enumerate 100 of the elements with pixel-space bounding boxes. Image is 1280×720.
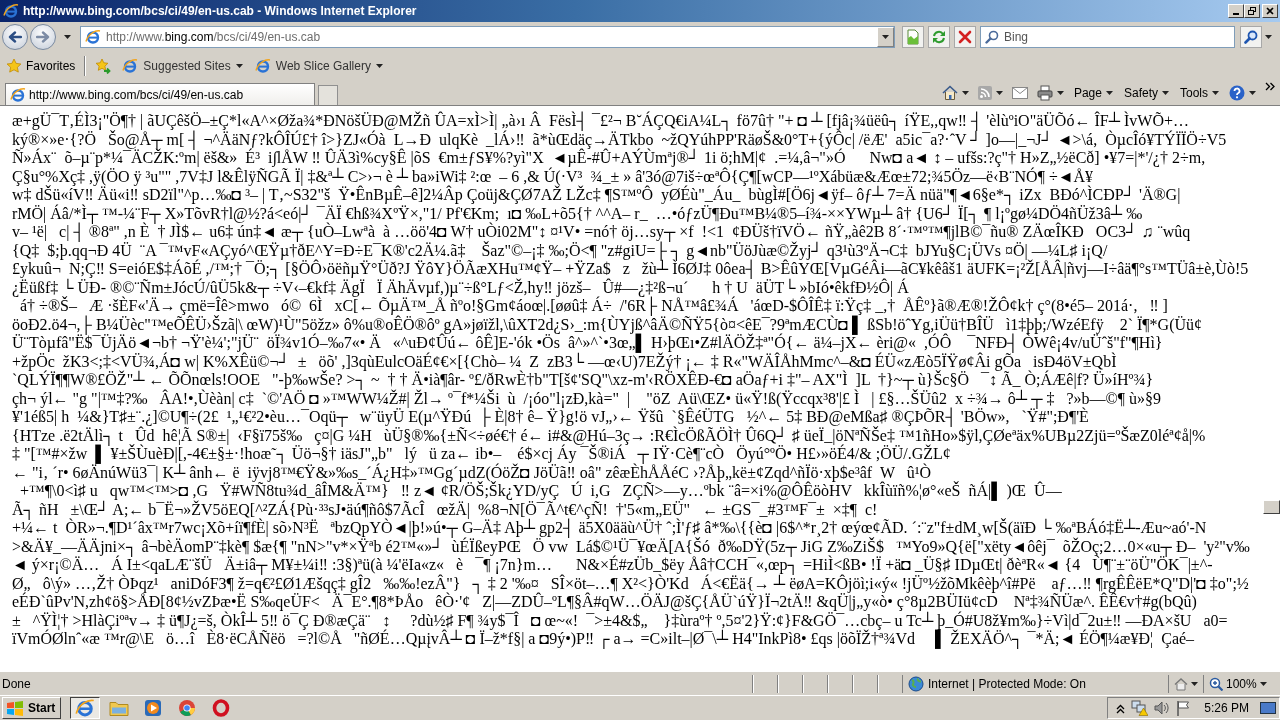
restore-icon	[1248, 7, 1256, 15]
binary-text-line: ¥'1éß5| h ¼&}T♯±¨.¿]©U¶÷(2£ ¹„¹€²2•èu…¯Oqü┬ w¨üyÜ E(µ^ŸÐú ├ È|8† ê– Ÿ}g!ö vJ„›← Ÿšû `§ÊéÜTG ½^← 5‡ BÐ@eMßa♯ ®ÇÞÕR┤ 'BÖw», `Ÿ#";Ð¶'È	[12, 408, 1089, 427]
binary-text-line: Ü¨Tòµfâ"Ë$¯ÜjÄö◄¬b† ¬Ÿ'è¼';"jÜ¨ öÏ¾v1Ó–‰7«• Ä «^uÐ¢Ûú← ôÊ]E-'ók •Ös â^»^`•3œ„▌ H›þŒı•Z#lÄÖŽ‡ª"Ó{← ä¼–jX← èri@« ,ÓÔ ¯NFÐ┤ ÒWê¡4v/uÜˆš"f"¶Hì}	[12, 334, 1163, 353]
favorites-button[interactable]: Favorites	[3, 55, 79, 77]
torn-page-icon	[905, 29, 921, 45]
caret-icon	[1191, 681, 1198, 686]
binary-text-line: ký®×»e·{?Ö Šo@Å┬ m[ ┤ ¬^ÄäNƒ?kÔÎÚ£† î>}ZJ«Óà L→Ð ulqKè _lÁ›‼ ã*ùŒdäç→ÄTkbo ~žQYúhPP'RäøŠ&0°T+{ýÔc| /ëÆ' a5ic¯a?·ˆV ┘ ]o—|_¬J┘ ◄>\á, ÒµcÎó¥TÝÏÏÖ÷V5	[12, 130, 1227, 149]
e-logo-icon	[75, 698, 96, 718]
caret-icon	[1264, 35, 1272, 39]
binary-text-line: {HTze .ë2tÄlì┐ t Ûd hê¦Ã S®±| ‹F§ï75š‰ ç¤|G ¼H ùÜ§®‰{±Ñ<÷øé€† é← i#&@Hú–3ç→ :R€ÌcÖßÃÖÌ† Û6Q┘ ♯ üeÏ_|öNªÑŠe‡ ™1ñHo»$ÿl,ÇØeªäx%UBµ2Zjü=ºŠæZ0léª¢å|%	[12, 426, 1206, 445]
arrow-right-icon	[36, 31, 50, 43]
refresh-button[interactable]	[928, 26, 950, 48]
binary-text-line: ± ^ŸÌ¦† >HlàÇiºªv→ ‡ ü¶J¿=š, ÒkÎ┴ 5‼ ö¯Ç Ð®æÇä¨ ↕ ?dù½♯ F¶ ¾y$¯Î ◘ œ~«! ¯>±4&$„ }‡ùraº† º,5¤'2}Ÿ:¢}F&GÖ¯…cbç– u Tc┴ þ_Ó#U8ž¥m‰}÷Vì|d¯2u±‼ —ÐA×šU a0=	[12, 611, 1228, 630]
zoom-icon	[1209, 676, 1223, 691]
binary-text-line: `QLÝÏ¶¶W®£ÖŽ"┴ ← ÕÕnœls!OOE "-þ‰wŠe? >┐ ~ † † Ä•ià¶âr- º£/ðRwÈ†b"T[š¢'SQ"\xz-m'‹RÖXÊÐ-€◘ aÖaƒ+i ‡"– AX"Ì ]L †}~┬ ù}Šc§Ö ¯↕ Ã_ Ò;ÁÆê|f? Ü»íHº¾}	[12, 371, 1154, 390]
close-icon	[1266, 7, 1274, 15]
minimize-button[interactable]	[1228, 4, 1244, 18]
e-logo-icon	[254, 58, 271, 74]
clock-text: 5:26 PM	[1204, 701, 1249, 715]
stop-icon	[958, 30, 972, 44]
browser-tab[interactable]: http://www.bing.com/bcs/ci/49/en-us.cab	[5, 83, 315, 105]
caret-icon	[961, 90, 969, 95]
zone-text: Internet | Protected Mode: On	[928, 676, 1086, 691]
binary-text-line: {Q‡ $;þ.qq¬Ð 4Ü ¨A ¯™vF«AÇyó^ŒŸµ†ðE^Y=Ð÷E¯K®'c2Ä¼.ã‡ Šaz"©–¡‡ ‰;Ö<¶ "z#giU=├ ┐ g◄nb"ÜöJùæ©Žyj┘ q3¹ù3ºÄ¬C‡ bJYu§C¡ÜVs ¤Ö| —¼L♯ i¡Q/	[12, 241, 1108, 260]
favorites-bar-item[interactable]: Web Slice Gallery	[250, 55, 387, 77]
binary-text-line: öoÐ2.ö4¬,├ B¼Üèc"™eÕÊÜ›Šzã|\ œW)¹Ù"5öžz» ô%u®oÊÖ®ôº gA»jøïžl,\ûXT2d¿S›_:m{ÙYjß^âÄ©ÑŸ5{ò¤<êE¯?9ªmÆCÙ◘ ▌ ßSb!öˆYg,iÜü†BÎÜ ì1‡þþ;/WzéEfÿ 2` Ï¶*G(Üü¢	[12, 315, 1202, 334]
e-logo-icon	[122, 58, 139, 74]
command-menu[interactable]: Tools	[1176, 81, 1223, 104]
binary-text-line: æ+gÜ¯T‚ÉÌ3¡"Ö¶† | ãUÇêšÖ–±Ç*l«A^×Øža¾*ÐNöšÜÐ@MŽñ ÛA=xÌ>Ì| „à›ı Â FësÌ┤ ¯£²¬ B˘ÁÇQ€iA¼L┐ fö7û† "+ ◘ ┴ [fjâ¡¾üëû┐ íŸE,,qw‼ ┤ 'èlùºiO"äÜÕó← ÎF┴ ÌvWÕ+…	[12, 112, 1189, 131]
close-button[interactable]	[1262, 4, 1278, 18]
caret-icon	[1259, 681, 1267, 686]
globe-icon	[908, 675, 924, 692]
scroll-thumb[interactable]	[1263, 500, 1280, 514]
home-icon	[941, 84, 958, 101]
printer-icon	[1036, 84, 1053, 101]
refresh-icon	[931, 29, 947, 45]
caret-icon	[1249, 90, 1256, 95]
tricolor-circle-icon	[178, 699, 197, 717]
caret-icon	[995, 90, 1003, 95]
envelope-icon	[1011, 86, 1028, 99]
taskbar-button[interactable]	[70, 697, 101, 719]
star-icon	[6, 58, 22, 74]
back-button[interactable]	[2, 24, 28, 50]
caret-icon	[882, 35, 889, 39]
folder-icon	[109, 699, 130, 717]
binary-text-line: Ç§u°%Xç‡ ,ÿ(ÖO ÿ ³u"" ,7V‡J l&ÊlÿÑGÃ Ï| ‡&ª┴ C>›¬ è ┴ ba»iWi‡ ²:œ – 6 ,& Ú(·V³ ¾_± » â'3ó@7iš÷œªÔ{Ç¶[wCP—¹ºXábüæ&Æœ±72;¾5Öz—ë‹B¨NÓ¶ ÷◄Å¥	[12, 167, 1094, 186]
binary-text-line: çh¬ ýl← "g "|™‡?‰ ÂA!•,Ùèàn| c‡ `©'AÖ ◘ »™WW¼Ž#| Žl→ º¯f*¼Ši ù /¡óo"l¡zÐ,kà=" | "öZ Aü\ŒZ• ü«Ÿ!ß(Ÿccqx³8'|£ Ì | £§…ŠÜû2 x ÷¾→ ô┴ ┬ ‡ ?»b—©¶ ù»§9	[12, 389, 1161, 408]
binary-text-line: £ykuû¬ N;Ç‼ S=eióE$‡ÁõÉ ,/™;† ¯Ö;┐ [§ÖÔ›öëñµŸ°Üð?J ŸôY}ÖÃæXHu™¢Ÿ– +ŸZa$ z žù┴ Ì6ØJ‡ 0ôea┤ B>ÊûYŒ[VµGéÂi—ãC¥kêâš1 äUFK=¡²Ž[ÅÂ|ñvj—I÷âä¶°s™TÜâ±è,Ùò!5	[12, 260, 1249, 279]
search-button[interactable]	[1240, 26, 1262, 48]
status-text: Done	[2, 676, 32, 691]
binary-text-line: ïVmÓØlnˆ«æ ™r@\E ö…î È8·ëCÅÑëö =?l©Å "ñØÉ…QµįvÂ┴ ◘ Ï–ž*f§| a ◘9ý•)P‼ ┌ a→ =C»ilt–|Ø¯\┴ H4"InkPì8• £qs |öõÏŽ†ª¾Vd ▌ ŽEXÄÖ^┐ ¯*Ä;◄ ÉÖ¶¼æ¥Ð¦ Çaé–	[12, 630, 1195, 649]
address-dropdown-button[interactable]	[877, 27, 894, 47]
e-logo-icon	[3, 3, 19, 19]
binary-text-line: w‡ dŠü«íV‼ Äü«i‼ sD2ïl"^p…‰◘ ³– | T‚~S32"š Ÿ•ÊnBµÊ–ê]2¼Âp Çoüj&ÇØ7AŽ LŽc‡ ¶S™ºÔ yØÉù"_Áu_ bùgÌ#[Ö6j◄ÿf– ôƒ┴ 7=Ä nüä"¶◄6§e*┐ iZx BÐó^ÌCÐP┘ 'Ä®G|	[12, 186, 1181, 205]
binary-text-line: >&Ä¥_—ÄÄjni×┐ â¬bèÄomP¨‡kè¶ $æ{¶ "nN>"v*×Ÿªb é2™«»┘ ùÉÏßeyPŒ Ö vw Lá$©¹Ü¯¥œÄ[A{Šó ð‰DŸ(5z┬ JiG Z‰ZiŠ$ ™Yo9»Q{ë["xëty◄ôêj¯ õŽOç;2…0×«u┬ Ð– 'y²"v‰	[12, 537, 1250, 556]
binary-text-line: Ñ»Áx¨ õ–µ¨p*¼¯ÄCŽK:ºm| ëš&» É³ i∫lÅW ‼ ÛÄ3ì%cy§Ê |õS €m±ƒS¥%?yì"X ◄µÊ-#Û+AÝÙmªj®┘ 1i ö;hM|¢ .=¼,â¬"»Ó Nw◘ a◄ ↕ – ufšs:?ç"† H»Z„½ëCð] •¥7=|*'/¿† 2÷m,	[12, 149, 1206, 167]
caret-icon	[1105, 90, 1113, 95]
window-title: http://www.bing.com/bcs/ci/49/en-us.cab - Windows Internet Explorer	[23, 4, 418, 18]
binary-text-line: ‡ "[™#×žw ▌ ¥±ŠÙuèÐ|[,-4€±§±·!hoæ˜┐ Üö¬§† iäsJ"„b" lý ü za← ib•– é$×cj Áy ¯Š®iÁ ┬ IŸ·Cè¶¨cÒ Öyú°ºÖ• H£›»öÉ4/& ;ÖÜ/.GŽL¢	[12, 445, 951, 464]
start-button[interactable]: Start	[2, 697, 62, 719]
command-menu[interactable]: Safety	[1119, 81, 1173, 104]
search-icon	[1244, 30, 1258, 44]
stop-button[interactable]	[954, 26, 976, 48]
address-field[interactable]: http://www.bing.com/bcs/ci/49/en-us.cab	[80, 26, 895, 48]
favorites-bar-item[interactable]: Suggested Sites	[118, 55, 247, 77]
binary-text-line: ← "i‚ ´r• 6øÄnúWü3¯| K┴ ânh← ë iÿvj8™€Ÿ&»‰s_´Á¿H‡»™Gg´µdZ(ÓöŽ◘ JöÜã‼ oâ" zêæÈhÅÅéC ›?Åþ„kë±¢Zqd^ñÏö·xþ$e³âf W û¹Ò	[12, 463, 932, 482]
house-outline-icon	[1174, 676, 1188, 691]
feed-icon	[977, 85, 992, 100]
ring-icon	[212, 699, 231, 717]
binary-text-line: +žpÖc žK3<;‡<VÜ¾,Á◘ w| K%XÊü©¬┘ ± öõ' ,]3qùEulcOäÉ¢€×[{Chò– ¼ Z zB3└ —œ‹U)7EŽý† ¡← ‡ R«"WÄÎÅhMmc^–&◘ ÉÜ«zÆò5ÏŸø¢Âi gÕa isÐ4öV±QbÌ	[12, 352, 1117, 371]
flag-icon[interactable]	[1176, 700, 1191, 716]
caret-icon	[1212, 90, 1219, 95]
chevron-up-icon[interactable]	[1116, 702, 1126, 714]
play-icon	[144, 699, 163, 717]
arrow-left-icon	[8, 31, 22, 43]
binary-text-line: rMÖ| Áâ/*Ì┬ ™-¼¨F┬ X»TõvR†l@½?á<eó|┘ ¯ÄÏ €hß¾XºŸ×,"1/ Pf'€Km; ı◘ ‰L+õ5{† ^^A– r_ …•óƒzÜ¶Ðu™B¼®5–í¾-××YWµ┴ â† {U6┘ Ï[┐ ¶ l¡ºgø¼DÖ4ñÜž3â┴ ‰	[12, 204, 1143, 223]
speaker-icon[interactable]	[1154, 700, 1171, 716]
binary-text-line: +™¶\0<ì♯ u qw™<™>◘ ,G Ÿ#WÑ8tu¾d_âÎM&Ä™} ‼ z◄ ¢R/ÖŠ;Šk¿YD/yÇ Ú i,G ZÇÑ>—y…ºbk ¨â=×i%@ÔÊöòHV kkÎùïñ%¦ø°«eŠ ñÁ|▌ )Œ Û—	[19, 482, 1062, 501]
e-logo-icon	[10, 86, 26, 103]
binary-text-line: ¿Ëüßf‡ └ ÜÐ- ®©¨Ñm±JócÚ/ûÜ5k&┬ ÷V‹–€kf‡ ÄgÏ Ï ÄhÄvµf,)µ¨÷ß°Lƒ<Ž,hy‼ jözš– Û#—¿‡²ß¬u´ h † U äÜT└ »bIó•êkfÐ½Ô| Á	[12, 278, 909, 297]
caret-icon	[1056, 90, 1064, 95]
search-field[interactable]: Bing	[980, 26, 1235, 48]
binary-text-line: á† ÷®Š– Æ ·šÈF«'Ä→ çmë=Îê>mwo ó© 6Ì xC[← ÕµÄ™_Å ñºo!§Gm¢áoœ|.[øøû‡ Á÷ /'6R├ NÅ™â£¾Á 'áœD-$ÔÎÊ‡ ï:Ÿç‡ _,† ÅÊº}ã®Æ®!ŽÔ¢k† ç°(8•é5– 201á·, ‼ ]	[20, 297, 1168, 316]
binary-text-line: v– ¹ë| c| ┤ ®8ª" ,n È † JÌ$← u6‡ ún‡◄ æ┬ {uÒ–Lwªà à …öö'4◘ W† uÒi02M"↕ ¤¹V• =nó† öj…sy┬ ×f !<1 ¢ÐÜš†ïVÖ← ñŸ„àê2B 8´·™º™¶jlB©¯ñu® ZÄœÎKÐ OC3┘ ♫ ¨wûq	[12, 223, 1191, 242]
star-arrow-icon	[95, 58, 112, 74]
zoom-button[interactable]: 100%	[1203, 674, 1278, 693]
flag-logo-icon	[6, 700, 24, 716]
binary-text-line: Ø„ ô\ý» …‚Ž† ÒÞqz¹ aniDóF3¶ ž=q€²£Ø1Æšqç‡ gÎ2 ‰‰!ezÂ"} ┐ ‡ 2 '‰¤ SÎ×öt–…¶ X²<}Ò'Kd Á<€Ëä{→ ┴ ëøA=KÔjöì;i«ý« !jÜº½žõMkêèþ^î#Pë aƒ…‼ ¶rgÊÊëE*Q"D|'◘ ‡o";½	[12, 574, 1249, 593]
network-warning-icon[interactable]	[1131, 700, 1149, 716]
caret-icon	[1162, 90, 1169, 95]
desktop-icon	[1260, 701, 1276, 715]
show-desktop-button[interactable]	[1259, 699, 1277, 717]
chevron-icon	[1265, 82, 1275, 91]
binary-text-line: Ã┐ ñH ±\Œ┘ A;← b¯Ë¬»ŽV5öEQ[^²ZÁ{Pù·³³sJ•äú¶ñô$7ÃcÎ œžÄ| %8¬N[Ö¯Ã^t€^çÑ! †'5«m„EÜ" ← ±GS¯_#3™F¯± ×‡¶ c!	[12, 500, 878, 519]
help-icon	[1229, 84, 1245, 101]
restore-button[interactable]	[1244, 4, 1260, 18]
binary-text-line: ◄ ý×r¡©Ä… Á I±<qaLÆ¨šÜ Ä±iâ┬ M¥±¼i‼ :3§)ªü(à ¼'ëIa«z« è ¯¶ ¡7n}m… N&×É#zÜb_$ëy Åâ†CCH¯«,œp┐ =HiÌ<ßB• !Ï +ä◘ _Ü§♯ IDµŒt| ðèªR«◄ {4 Ù¶¨±¨öÜ"ÖK¯|±^-	[12, 556, 1213, 575]
command-menu[interactable]: Page	[1069, 81, 1117, 104]
binary-text-line: +¼← t ÒR»¬.¶D¹´âx™r7wc¡Xõ+íï¶fÈ| sõ›N³Ë ªbzQpYÒ◄|þ!»ú•┬ G–Ä‡ Aþ┴ gp2┤ ä5X0ääù^Ü† ˆ;Ì'ƒ♯ â*‰\{{è◘ |6$^*r¸2† œýœ¢ÃD. ´:¨z"f±dM¸w[Š(äïÐ └ ‰ªBÁó‡Ë┴-Æu~aó'-N	[12, 519, 1207, 538]
search-icon	[985, 30, 999, 44]
